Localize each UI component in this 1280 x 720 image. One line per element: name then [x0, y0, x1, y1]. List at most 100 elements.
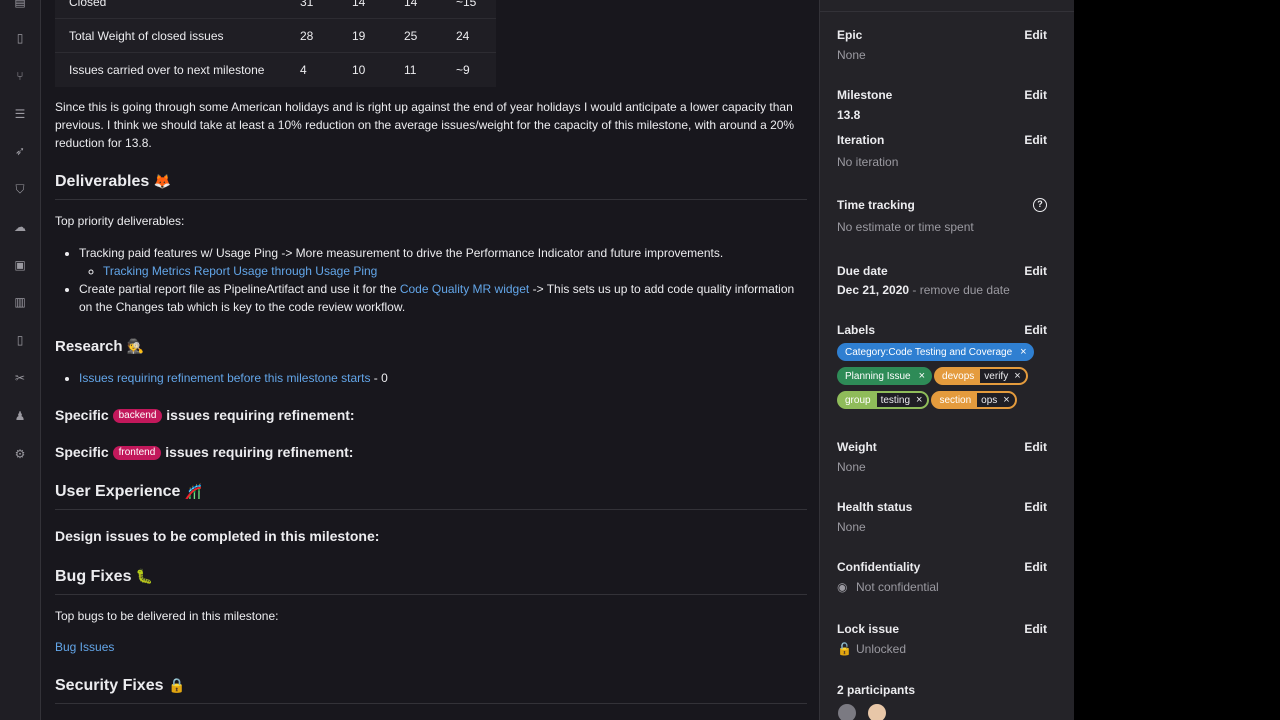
repository-icon[interactable]: ▯ [12, 30, 28, 46]
labels-edit-button[interactable]: Edit [1024, 323, 1047, 337]
issue-description: Closed 31 14 14 ~15 Total Weight of clos… [41, 0, 819, 720]
help-question-icon[interactable]: ? [1033, 198, 1047, 212]
label-chip[interactable]: Planning Issue × [837, 367, 933, 385]
settings-gear-icon[interactable]: ⚙ [12, 446, 28, 462]
remove-label-close-icon[interactable]: × [1001, 393, 1015, 407]
bug-fixes-heading: Bug Fixes 🐛 [55, 568, 807, 595]
avatar[interactable] [838, 704, 856, 720]
label-key: group [845, 394, 871, 406]
label-key: Category:Code Testing and Coverage [845, 346, 1013, 358]
iteration-section: Iteration Edit No iteration [837, 133, 1047, 169]
due-date-edit-button[interactable]: Edit [1024, 264, 1047, 278]
label-value: testing [876, 393, 915, 407]
fox-emoji-icon: 🦊 [153, 173, 172, 189]
analytics-icon[interactable]: ▥ [12, 294, 28, 310]
label-value: ops [977, 393, 1002, 407]
remove-label-close-icon[interactable]: × [917, 369, 930, 383]
backend-label-pill: backend [112, 409, 163, 424]
table-cell: Issues carried over to next milestone [55, 52, 288, 87]
label-chip[interactable]: devops verify × [934, 367, 1028, 385]
weight-section: Weight Edit None [837, 440, 1047, 474]
avatar[interactable] [868, 704, 886, 720]
operations-cloud-icon[interactable]: ☁ [12, 219, 28, 235]
lock-issue-section: Lock issue Edit 🔓 Unlocked [837, 622, 1047, 656]
bug-issues-link[interactable]: Bug Issues [55, 638, 114, 656]
usage-ping-link[interactable]: Tracking Metrics Report Usage through Us… [103, 264, 377, 278]
weight-edit-button[interactable]: Edit [1024, 440, 1047, 454]
table-cell: 10 [340, 52, 392, 87]
health-status-value: None [837, 520, 866, 534]
table-cell: 11 [392, 52, 444, 87]
label-chip[interactable]: Category:Code Testing and Coverage × [837, 343, 1034, 361]
label-value: verify [980, 369, 1013, 383]
epic-section: Epic Edit None [837, 28, 1047, 62]
table-cell: 24 [444, 18, 496, 53]
merge-requests-icon[interactable]: ⑂ [12, 68, 28, 84]
eye-icon: ◉ [837, 580, 848, 594]
remove-label-close-icon[interactable]: × [914, 393, 928, 407]
table-row: Issues carried over to next milestone 4 … [55, 52, 496, 87]
roller-coaster-emoji-icon: 🎢 [184, 483, 203, 499]
milestone-section: Milestone Edit 13.8 [837, 88, 1047, 122]
table-cell: 14 [340, 0, 392, 19]
milestone-edit-button[interactable]: Edit [1024, 88, 1047, 102]
table-cell: Closed [55, 0, 288, 19]
deliverables-list: Tracking paid features w/ Usage Ping -> … [79, 244, 799, 316]
research-heading: Research 🕵 [55, 338, 145, 355]
time-tracking-section: Time tracking ? No estimate or time spen… [837, 198, 1047, 234]
time-tracking-value: No estimate or time spent [837, 220, 974, 234]
list-item: Tracking paid features w/ Usage Ping -> … [79, 244, 799, 280]
security-shield-icon[interactable]: ⛉ [12, 181, 28, 197]
frontend-refinement-heading: Specific frontend issues requiring refin… [55, 444, 354, 461]
due-date-value: Dec 21, 2020 [837, 283, 910, 297]
milestone-stats-table: Closed 31 14 14 ~15 Total Weight of clos… [55, 0, 496, 87]
snippets-scissors-icon[interactable]: ✂ [12, 370, 28, 386]
label-chip[interactable]: section ops × [931, 391, 1017, 409]
table-cell: 25 [392, 18, 444, 53]
requirements-icon[interactable]: ☰ [12, 106, 28, 122]
remove-label-close-icon[interactable]: × [1012, 369, 1026, 383]
security-fixes-heading: Security Fixes 🔒 [55, 677, 807, 704]
table-cell: 28 [288, 18, 340, 53]
label-key: devops [942, 370, 975, 382]
remove-due-date-link[interactable]: - remove due date [909, 283, 1009, 297]
confidentiality-value: Not confidential [856, 580, 939, 594]
wiki-book-icon[interactable]: ▯ [12, 332, 28, 348]
table-cell: 19 [340, 18, 392, 53]
packages-icon[interactable]: ▣ [12, 257, 28, 273]
table-cell: ~15 [444, 0, 496, 19]
labels-section: Labels Edit Category:Code Testing and Co… [837, 323, 1057, 415]
health-status-section: Health status Edit None [837, 500, 1047, 534]
ux-heading: User Experience 🎢 [55, 483, 807, 510]
list-item: Create partial report file as PipelineAr… [79, 280, 799, 316]
capacity-paragraph: Since this is going through some America… [55, 100, 795, 150]
list-item: Issues requiring refinement before this … [79, 369, 799, 387]
refinement-issues-link[interactable]: Issues requiring refinement before this … [79, 371, 370, 385]
milestone-value[interactable]: 13.8 [837, 108, 1047, 122]
lock-issue-value: Unlocked [856, 642, 907, 656]
lock-emoji-icon: 🔒 [167, 677, 186, 693]
left-navigation: ▤ ▯ ⑂ ☰ ➶ ⛉ ☁ ▣ ▥ ▯ ✂ ♟ ⚙ [0, 0, 41, 720]
project-overview-icon[interactable]: ▤ [12, 0, 28, 10]
list-item: Tracking Metrics Report Usage through Us… [103, 262, 799, 280]
epic-edit-button[interactable]: Edit [1024, 28, 1047, 42]
label-key: Planning Issue [845, 370, 911, 382]
code-quality-widget-link[interactable]: Code Quality MR widget [400, 282, 529, 296]
bugs-intro: Top bugs to be delivered in this milesto… [55, 609, 279, 623]
table-row: Closed 31 14 14 ~15 [55, 0, 496, 19]
label-chip[interactable]: group testing × [837, 391, 930, 409]
health-status-edit-button[interactable]: Edit [1024, 500, 1047, 514]
confidentiality-edit-button[interactable]: Edit [1024, 560, 1047, 574]
iteration-edit-button[interactable]: Edit [1024, 133, 1047, 147]
lock-issue-edit-button[interactable]: Edit [1024, 622, 1047, 636]
cicd-rocket-icon[interactable]: ➶ [12, 143, 28, 159]
backend-refinement-heading: Specific backend issues requiring refine… [55, 407, 355, 424]
research-list: Issues requiring refinement before this … [79, 369, 799, 387]
members-icon[interactable]: ♟ [12, 408, 28, 424]
table-cell: 14 [392, 0, 444, 19]
weight-value: None [837, 460, 866, 474]
remove-label-close-icon[interactable]: × [1018, 345, 1031, 359]
design-issues-heading: Design issues to be completed in this mi… [55, 528, 380, 544]
participants-section: 2 participants [837, 683, 916, 697]
confidentiality-section: Confidentiality Edit ◉ Not confidential [837, 560, 1047, 594]
